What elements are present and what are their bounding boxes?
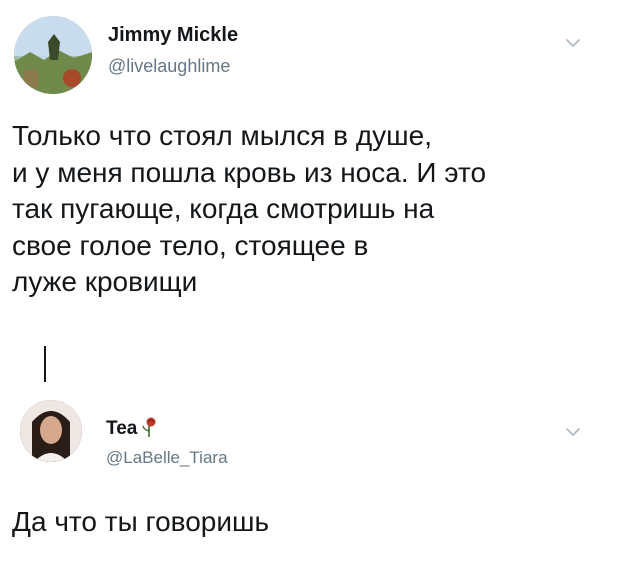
author-handle[interactable]: @livelaughlime [108,56,230,77]
tweet-text-line: так пугающе, когда смотришь на [12,193,435,224]
avatar-image [20,400,82,462]
chevron-down-icon[interactable] [566,427,580,437]
author-name-text: Tea [106,418,138,439]
tweet-text-line: свое голое тело, стоящее в [12,229,369,261]
avatar[interactable] [20,400,82,462]
tweet-text: Да что ты говоришь [12,506,270,537]
author-name[interactable]: Tea [106,416,157,440]
tweet-original[interactable]: Jimmy Mickle @livelaughlime Только что с… [0,0,640,382]
chevron-down-icon[interactable] [566,38,580,48]
tweet-text-line: Только что стоял мылся в душе, [12,120,432,151]
author-name[interactable]: Jimmy Mickle [108,24,238,47]
rose-icon [142,417,156,437]
author-handle[interactable]: @LaBelle_Tiara [106,448,228,468]
thread-connector [44,346,46,382]
tweet-reply[interactable]: Tea @LaBelle_Tiara Да что ты говоришь [0,382,640,566]
tweet-text-line: и у меня пошла кровь из носа. И это [12,156,487,188]
tweet-text-line: луже кровищи [12,266,198,297]
avatar[interactable] [14,16,92,94]
avatar-image [14,16,92,94]
tweet-text: Только что стоял мылся в душе, и у меня … [12,118,622,301]
